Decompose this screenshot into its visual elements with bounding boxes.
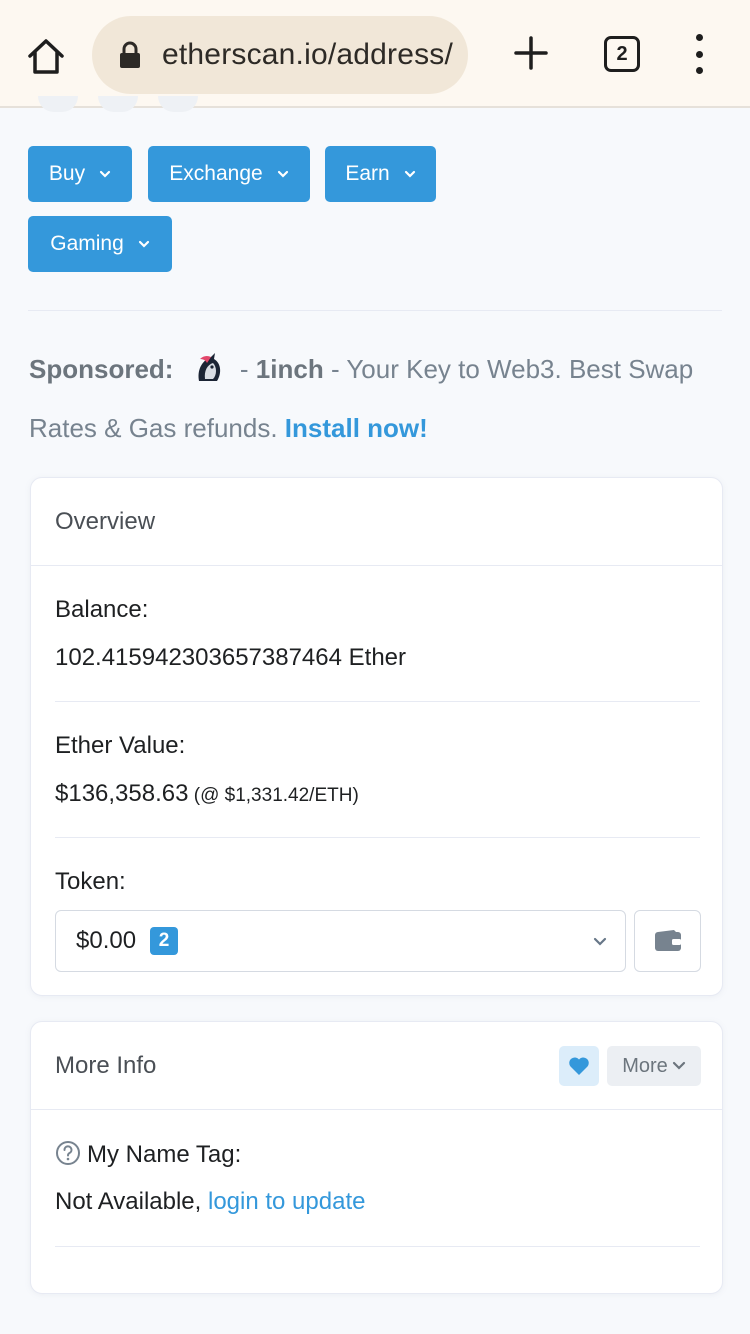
- chevron-down-icon: [593, 937, 607, 946]
- chevron-down-icon: [99, 170, 111, 178]
- balance-label: Balance:: [55, 596, 149, 623]
- chevron-down-icon: [138, 240, 149, 248]
- token-count-badge: 2: [150, 927, 179, 955]
- chevron-down-icon: [404, 170, 415, 178]
- divider: [55, 837, 700, 838]
- lock-icon: [120, 41, 140, 68]
- divider: [55, 701, 700, 702]
- ether-value: $136,358.63 (@ $1,331.42/ETH): [55, 780, 359, 807]
- login-to-update-link[interactable]: login to update: [208, 1188, 365, 1215]
- chevron-down-icon: [277, 170, 288, 178]
- heart-icon: [569, 1057, 589, 1075]
- exchange-dropdown-button[interactable]: Exchange: [148, 146, 310, 202]
- unicorn-logo-icon: [198, 353, 220, 381]
- overview-title: Overview: [31, 478, 722, 566]
- divider: [28, 310, 722, 311]
- divider: [55, 1246, 700, 1247]
- name-tag-label: My Name Tag:: [55, 1140, 241, 1169]
- token-label: Token:: [55, 868, 126, 895]
- balance-value: 102.415942303657387464 Ether: [55, 644, 406, 671]
- chevron-down-icon: [672, 1061, 685, 1070]
- ether-value-label: Ether Value:: [55, 732, 186, 759]
- more-info-card: More Info More My Name Tag: Not Availabl…: [30, 1021, 723, 1294]
- browser-menu-button[interactable]: [686, 34, 712, 74]
- plus-icon: [514, 36, 548, 70]
- more-dropdown-button[interactable]: More: [607, 1046, 701, 1086]
- question-circle-icon[interactable]: [55, 1140, 81, 1166]
- sponsored-label: Sponsored:: [29, 354, 174, 384]
- url-text: etherscan.io/address/: [162, 38, 454, 71]
- address-bar[interactable]: etherscan.io/address/: [92, 16, 468, 94]
- buy-dropdown-button[interactable]: Buy: [28, 146, 132, 202]
- home-icon: [28, 39, 64, 74]
- tab-switcher-button[interactable]: 2: [604, 36, 640, 72]
- favorite-button[interactable]: [559, 1046, 599, 1086]
- wallet-button[interactable]: [634, 910, 701, 972]
- wallet-icon: [654, 930, 681, 951]
- name-tag-value: Not Available, login to update: [55, 1188, 366, 1215]
- browser-toolbar: etherscan.io/address/ 2: [0, 0, 750, 108]
- gaming-dropdown-button[interactable]: Gaming: [28, 216, 172, 272]
- install-now-link[interactable]: Install now!: [285, 413, 428, 443]
- sponsored-banner: Sponsored: - 1inch - Your Key to Web3. B…: [29, 340, 729, 458]
- sponsor-brand: 1inch: [255, 354, 324, 384]
- more-vert-icon: [695, 34, 703, 41]
- overview-card: Overview Balance: 102.415942303657387464…: [30, 477, 723, 996]
- new-tab-button[interactable]: [508, 30, 554, 76]
- earn-dropdown-button[interactable]: Earn: [325, 146, 436, 202]
- ether-rate: (@ $1,331.42/ETH): [188, 785, 359, 806]
- token-value: $0.00: [76, 927, 137, 954]
- home-button[interactable]: [22, 34, 70, 78]
- token-holdings-dropdown[interactable]: $0.00 2: [55, 910, 626, 972]
